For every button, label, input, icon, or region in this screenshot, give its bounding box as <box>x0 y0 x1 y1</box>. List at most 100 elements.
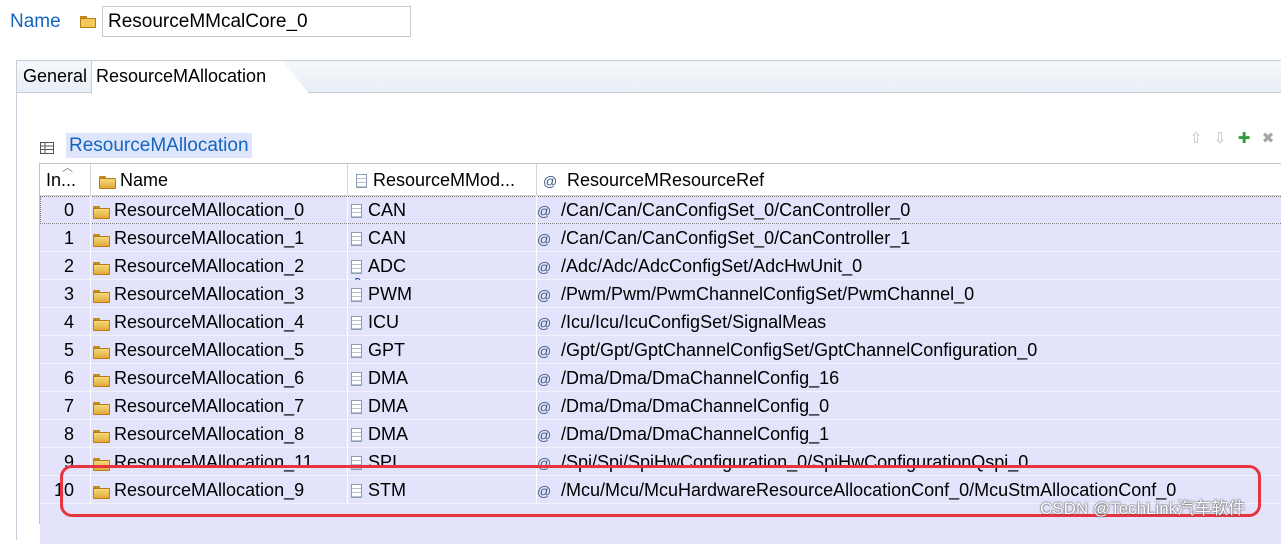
row-ref: /Dma/Dma/DmaChannelConfig_16 <box>561 368 840 388</box>
row-index: 0 <box>40 196 91 224</box>
document-icon <box>351 344 362 359</box>
row-module-cell[interactable]: SPI <box>348 448 537 476</box>
reference-icon: @ <box>537 371 552 388</box>
row-name-cell[interactable]: ResourceMAllocation_8 <box>91 420 348 448</box>
row-index: 1 <box>40 224 91 252</box>
row-name-cell[interactable]: ResourceMAllocation_9 <box>91 476 348 504</box>
row-ref-cell[interactable]: @ /Dma/Dma/DmaChannelConfig_0 <box>537 392 1281 420</box>
row-name-cell[interactable]: ResourceMAllocation_5 <box>91 336 348 364</box>
reference-icon: @ <box>537 343 552 360</box>
table-row[interactable]: 8 ResourceMAllocation_8 DMA @ /Dma/Dma/DmaCh… <box>40 420 1281 448</box>
row-index: 6 <box>40 364 91 392</box>
row-module: DMA <box>368 368 408 388</box>
row-module: DMA <box>368 424 408 444</box>
row-name-cell[interactable]: ResourceMAllocation_1 <box>91 224 348 252</box>
watermark: CSDN @TechLink汽车软件 <box>1040 499 1246 518</box>
table-toolbar: ⇧ ⇩ ✚ ✖ <box>1188 130 1276 148</box>
reference-icon: @ <box>537 203 552 220</box>
folder-icon <box>93 401 110 415</box>
table-row[interactable]: 2 ResourceMAllocation_2 ADC @ /Adc/Adc/AdcCo… <box>40 252 1281 280</box>
row-ref: /Dma/Dma/DmaChannelConfig_0 <box>561 396 830 416</box>
row-module-cell[interactable]: DMA <box>348 420 537 448</box>
row-module-cell[interactable]: DMA <box>348 392 537 420</box>
document-icon <box>351 484 362 499</box>
row-index: 7 <box>40 392 91 420</box>
row-module-cell[interactable]: GPT <box>348 336 537 364</box>
row-name-cell[interactable]: ResourceMAllocation_4 <box>91 308 348 336</box>
row-ref-cell[interactable]: @ /Spi/Spi/SpiHwConfiguration_0/SpiHwConf… <box>537 448 1281 476</box>
row-ref: /Pwm/Pwm/PwmChannelConfigSet/PwmChannel_… <box>561 284 975 304</box>
reference-icon: @ <box>537 455 552 472</box>
name-field[interactable]: ResourceMMcalCore_0 <box>102 6 411 37</box>
arrow-down-icon[interactable]: ⇩ <box>1212 130 1228 148</box>
table-row[interactable]: 3 ResourceMAllocation_3 PWM @ /Pwm/Pwm/PwmCh… <box>40 280 1281 308</box>
row-index: 2 <box>40 252 91 280</box>
row-name: ResourceMAllocation_2 <box>114 256 305 276</box>
document-icon <box>351 288 362 303</box>
row-name: ResourceMAllocation_8 <box>114 424 305 444</box>
column-header-name[interactable]: Name <box>91 164 348 196</box>
folder-icon <box>80 16 96 28</box>
row-module-cell[interactable]: STM <box>348 476 537 504</box>
table-row[interactable]: 9 ResourceMAllocation_11 SPI @ /Spi/Spi/SpiH… <box>40 448 1281 476</box>
reference-icon: @ <box>537 315 552 332</box>
reference-icon: @ <box>537 259 552 276</box>
row-name-cell[interactable]: ResourceMAllocation_7 <box>91 392 348 420</box>
folder-icon <box>93 345 110 359</box>
document-icon <box>351 260 362 275</box>
row-index: 10 <box>40 476 91 504</box>
row-module-cell[interactable]: PWM <box>348 280 537 308</box>
row-name-cell[interactable]: ResourceMAllocation_3 <box>91 280 348 308</box>
table-row[interactable]: 5 ResourceMAllocation_5 GPT @ /Gpt/Gpt/GptCh… <box>40 336 1281 364</box>
row-ref-cell[interactable]: @ /Dma/Dma/DmaChannelConfig_16 <box>537 364 1281 392</box>
row-name: ResourceMAllocation_7 <box>114 396 305 416</box>
row-ref-cell[interactable]: @ /Can/Can/CanConfigSet_0/CanController_1 <box>537 224 1281 252</box>
row-ref-cell[interactable]: @ /Gpt/Gpt/GptChannelConfigSet/GptChannel… <box>537 336 1281 364</box>
column-header-resource-ref[interactable]: @ ResourceMResourceRef <box>537 164 1281 196</box>
table-row[interactable]: 1 ResourceMAllocation_1 CAN @ /Can/Can/CanCo… <box>40 224 1281 252</box>
document-icon <box>351 400 362 415</box>
tab-resourcemallocation[interactable]: ResourceMAllocation <box>91 61 309 94</box>
row-ref-cell[interactable]: @ /Dma/Dma/DmaChannelConfig_1 <box>537 420 1281 448</box>
row-name-cell[interactable]: ResourceMAllocation_2 <box>91 252 348 280</box>
column-header-index[interactable]: ︿ In... <box>40 164 91 196</box>
row-name-cell[interactable]: ResourceMAllocation_6 <box>91 364 348 392</box>
document-icon <box>351 372 362 387</box>
row-name: ResourceMAllocation_3 <box>114 284 305 304</box>
delete-icon[interactable]: ✖ <box>1260 130 1276 148</box>
row-module: PWM <box>368 284 412 304</box>
tab-general[interactable]: General <box>19 61 91 93</box>
row-module-cell[interactable]: CAN <box>348 196 537 224</box>
row-index: 9 <box>40 448 91 476</box>
table-row[interactable]: 0 ResourceMAllocation_0 CAN @ /Can/Can/CanCo… <box>40 196 1281 224</box>
table-row[interactable]: 4 ResourceMAllocation_4 ICU @ /Icu/Icu/IcuCo… <box>40 308 1281 336</box>
row-ref-cell[interactable]: @ /Can/Can/CanConfigSet_0/CanController_0 <box>537 196 1281 224</box>
section-title: ResourceMAllocation <box>66 133 252 158</box>
arrow-up-icon[interactable]: ⇧ <box>1188 130 1204 148</box>
row-ref-cell[interactable]: @ /Icu/Icu/IcuConfigSet/SignalMeas <box>537 308 1281 336</box>
row-module-cell[interactable]: ICU <box>348 308 537 336</box>
row-ref-cell[interactable]: @ /Pwm/Pwm/PwmChannelConfigSet/PwmChannel… <box>537 280 1281 308</box>
row-name-cell[interactable]: ResourceMAllocation_0 <box>91 196 348 224</box>
sort-arrow-icon: ︿ <box>62 164 73 174</box>
row-module-cell[interactable]: CAN <box>348 224 537 252</box>
row-module: ICU <box>368 312 399 332</box>
row-module: ADC <box>368 256 407 276</box>
column-header-module[interactable]: ResourceMMod... <box>348 164 537 196</box>
row-name-cell[interactable]: ResourceMAllocation_11 <box>91 448 348 476</box>
row-module: CAN <box>368 228 407 248</box>
reference-icon: @ <box>537 399 552 416</box>
document-icon <box>351 204 362 219</box>
row-module-cell[interactable]: ADC <box>348 252 537 280</box>
reference-icon: @ <box>537 483 552 500</box>
table-row[interactable]: 6 ResourceMAllocation_6 DMA @ /Dma/Dma/DmaCh… <box>40 364 1281 392</box>
add-icon[interactable]: ✚ <box>1236 130 1252 148</box>
tab-bar: General ResourceMAllocation <box>17 61 1281 94</box>
row-name: ResourceMAllocation_11 <box>114 452 313 472</box>
folder-icon <box>93 429 110 443</box>
table-row[interactable]: 7 ResourceMAllocation_7 DMA @ /Dma/Dma/DmaCh… <box>40 392 1281 420</box>
row-name: ResourceMAllocation_4 <box>114 312 305 332</box>
row-module-cell[interactable]: DMA <box>348 364 537 392</box>
row-index: 8 <box>40 420 91 448</box>
row-ref-cell[interactable]: @ /Adc/Adc/AdcConfigSet/AdcHwUnit_0 <box>537 252 1281 280</box>
